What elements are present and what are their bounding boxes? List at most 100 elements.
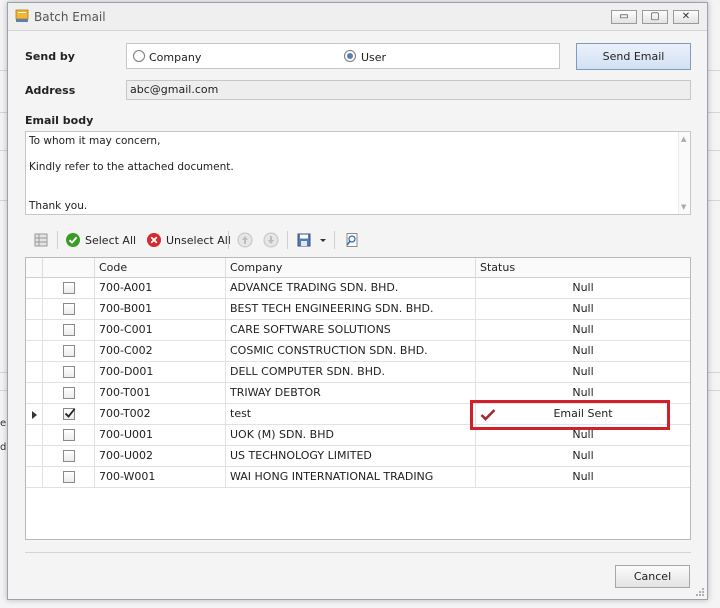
code-cell[interactable]: 700-C002 — [95, 341, 226, 362]
table-row[interactable]: 700-B001 BEST TECH ENGINEERING SDN. BHD. N… — [26, 299, 690, 320]
minimize-button[interactable]: ▭ — [611, 10, 637, 24]
email-body-scrollbar[interactable]: ▲ ▼ — [678, 132, 690, 214]
status-cell[interactable]: Null — [476, 299, 690, 320]
row-indicator-cell — [26, 425, 43, 446]
company-cell[interactable]: BEST TECH ENGINEERING SDN. BHD. — [226, 299, 476, 320]
company-cell[interactable]: ADVANCE TRADING SDN. BHD. — [226, 278, 476, 299]
email-body-textarea[interactable]: To whom it may concern, Kindly refer to … — [25, 131, 691, 215]
current-row-arrow-icon — [32, 411, 37, 419]
row-indicator-cell — [26, 362, 43, 383]
minimize-icon: ▭ — [619, 11, 629, 22]
code-cell[interactable]: 700-T001 — [95, 383, 226, 404]
checkbox-cell — [43, 467, 95, 488]
radio-user[interactable] — [344, 50, 356, 62]
code-cell[interactable]: 700-D001 — [95, 362, 226, 383]
row-checkbox[interactable] — [63, 366, 75, 378]
row-checkbox[interactable] — [63, 282, 75, 294]
resize-grip-icon[interactable] — [695, 587, 705, 597]
row-checkbox[interactable] — [63, 303, 75, 315]
title-bar[interactable]: Batch Email ▭ ▢ ✕ — [8, 3, 707, 31]
company-cell[interactable]: US TECHNOLOGY LIMITED — [226, 446, 476, 467]
code-cell[interactable]: 700-A001 — [95, 278, 226, 299]
row-checkbox[interactable] — [63, 450, 75, 462]
email-sent-highlight — [470, 400, 670, 430]
row-checkbox[interactable] — [63, 429, 75, 441]
row-checkbox[interactable] — [63, 408, 76, 420]
grid-header: Code Company Status — [26, 258, 690, 278]
table-row[interactable]: 700-U002 US TECHNOLOGY LIMITED Null — [26, 446, 690, 467]
checkbox-cell — [43, 278, 95, 299]
row-checkbox[interactable] — [63, 345, 75, 357]
select-all-button[interactable]: Select All — [65, 230, 136, 250]
code-cell[interactable]: 700-B001 — [95, 299, 226, 320]
table-row[interactable]: 700-C002 COSMIC CONSTRUCTION SDN. BHD. Nul… — [26, 341, 690, 362]
checkbox-cell — [43, 425, 95, 446]
radio-user-label[interactable]: User — [361, 51, 386, 64]
row-indicator-cell — [26, 446, 43, 467]
unselect-all-button[interactable]: Unselect All — [146, 230, 231, 250]
x-circle-icon — [147, 233, 161, 247]
table-row[interactable]: 700-C001 CARE SOFTWARE SOLUTIONS Null — [26, 320, 690, 341]
checkbox-cell — [43, 341, 95, 362]
scroll-down-icon[interactable]: ▼ — [681, 203, 686, 211]
code-cell[interactable]: 700-W001 — [95, 467, 226, 488]
save-button[interactable] — [296, 230, 312, 250]
company-cell[interactable]: test — [226, 404, 476, 425]
row-checkbox[interactable] — [63, 387, 75, 399]
code-cell[interactable]: 700-T002 — [95, 404, 226, 425]
move-down-button[interactable] — [263, 230, 279, 250]
grid-options-button[interactable] — [33, 230, 49, 250]
send-by-group: Company User — [126, 43, 560, 69]
table-row[interactable]: 700-D001 DELL COMPUTER SDN. BHD. Null — [26, 362, 690, 383]
column-header-code[interactable]: Code — [95, 258, 226, 278]
row-checkbox[interactable] — [63, 324, 75, 336]
scroll-up-icon[interactable]: ▲ — [681, 135, 686, 143]
status-cell[interactable]: Null — [476, 320, 690, 341]
company-cell[interactable]: WAI HONG INTERNATIONAL TRADING — [226, 467, 476, 488]
status-cell[interactable]: Null — [476, 362, 690, 383]
send-by-label: Send by — [25, 50, 75, 63]
footer-divider — [25, 552, 691, 553]
company-cell[interactable]: DELL COMPUTER SDN. BHD. — [226, 362, 476, 383]
maximize-icon: ▢ — [650, 11, 660, 22]
maximize-button[interactable]: ▢ — [642, 10, 668, 24]
cancel-button[interactable]: Cancel — [615, 565, 690, 588]
row-checkbox[interactable] — [63, 471, 75, 483]
unselect-all-label: Unselect All — [166, 233, 231, 247]
row-indicator-cell — [26, 404, 43, 425]
move-up-button[interactable] — [237, 230, 253, 250]
column-header-company[interactable]: Company — [226, 258, 476, 278]
send-email-button[interactable]: Send Email — [576, 43, 691, 70]
radio-company[interactable] — [133, 50, 145, 62]
email-grid: Code Company Status 700-A001 ADVANCE TRAD… — [25, 257, 691, 540]
save-dropdown-button[interactable] — [319, 230, 327, 250]
status-cell[interactable]: Null — [476, 278, 690, 299]
checkbox-header[interactable] — [43, 258, 95, 278]
toolbar-separator — [287, 231, 288, 249]
table-row[interactable]: 700-W001 WAI HONG INTERNATIONAL TRADING Nu… — [26, 467, 690, 488]
checkbox-cell — [43, 299, 95, 320]
address-field[interactable]: abc@gmail.com — [126, 80, 691, 100]
code-cell[interactable]: 700-C001 — [95, 320, 226, 341]
checkmark-icon — [64, 408, 76, 418]
row-indicator-cell — [26, 341, 43, 362]
status-cell[interactable]: Null — [476, 446, 690, 467]
column-header-status[interactable]: Status — [476, 258, 690, 278]
table-row[interactable]: 700-A001 ADVANCE TRADING SDN. BHD. Null — [26, 278, 690, 299]
company-cell[interactable]: TRIWAY DEBTOR — [226, 383, 476, 404]
save-icon — [297, 233, 311, 247]
company-cell[interactable]: CARE SOFTWARE SOLUTIONS — [226, 320, 476, 341]
radio-company-label[interactable]: Company — [149, 51, 201, 64]
toolbar-separator — [57, 231, 58, 249]
status-cell[interactable]: Null — [476, 467, 690, 488]
preview-button[interactable] — [344, 230, 360, 250]
code-cell[interactable]: 700-U002 — [95, 446, 226, 467]
row-indicator-header — [26, 258, 43, 278]
code-cell[interactable]: 700-U001 — [95, 425, 226, 446]
status-cell[interactable]: Null — [476, 341, 690, 362]
company-cell[interactable]: UOK (M) SDN. BHD — [226, 425, 476, 446]
close-button[interactable]: ✕ — [673, 10, 699, 24]
company-cell[interactable]: COSMIC CONSTRUCTION SDN. BHD. — [226, 341, 476, 362]
check-circle-icon — [66, 233, 80, 247]
row-indicator-cell — [26, 383, 43, 404]
